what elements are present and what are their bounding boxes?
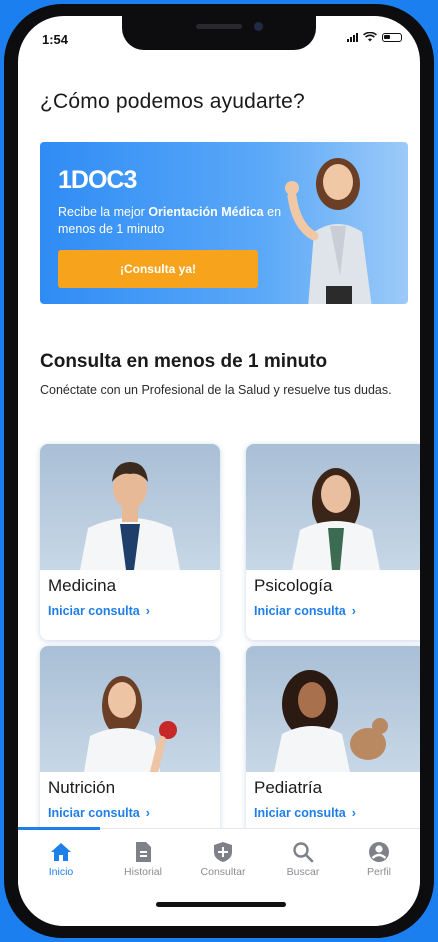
page-title: ¿Cómo podemos ayudarte? [40, 90, 305, 113]
chevron-right-icon: › [145, 604, 150, 618]
doctor-illustration [285, 158, 372, 304]
tab-buscar[interactable]: Buscar [268, 841, 338, 878]
card-pediatria[interactable]: Pediatría Iniciar consulta › [246, 646, 420, 842]
pediatrician-photo [246, 646, 420, 772]
phone-frame: 1:54 ¿Cómo podemos ayudarte? 1DOC3 Recib… [4, 4, 434, 938]
card-title: Pediatría [254, 778, 323, 797]
card-title: Nutrición [48, 778, 116, 797]
profile-icon [369, 842, 389, 862]
shield-plus-icon [214, 842, 232, 862]
battery-icon [382, 32, 402, 42]
start-consult-link[interactable]: Iniciar consulta › [254, 806, 356, 820]
banner-tagline: Recibe la mejor Orientación Médica en me… [58, 205, 282, 236]
history-icon [136, 842, 151, 862]
home-icon [51, 843, 71, 861]
wifi-icon [363, 32, 377, 42]
tab-consultar[interactable]: Consultar [188, 841, 258, 878]
start-consult-link[interactable]: Iniciar consulta › [48, 806, 150, 820]
card-title: Medicina [48, 576, 117, 595]
section-subtitle: Conéctate con un Profesional de la Salud… [40, 383, 392, 397]
card-nutricion[interactable]: Nutrición Iniciar consulta › [40, 646, 220, 842]
home-indicator[interactable] [156, 902, 286, 907]
bottom-tab-bar: Inicio Historial Consultar Buscar Perfil [18, 827, 420, 926]
search-icon [293, 842, 314, 863]
consult-now-button[interactable]: ¡Consulta ya! [58, 250, 258, 288]
card-medicina[interactable]: Medicina Iniciar consulta › [40, 444, 220, 640]
notch [122, 16, 316, 50]
chevron-right-icon: › [351, 604, 356, 618]
doctor-photo [40, 444, 220, 570]
tab-inicio[interactable]: Inicio [26, 841, 96, 878]
card-psicologia[interactable]: Psicología Iniciar consulta › [246, 444, 420, 640]
tab-historial[interactable]: Historial [108, 841, 178, 878]
app-screen: 1:54 ¿Cómo podemos ayudarte? 1DOC3 Recib… [18, 16, 420, 926]
nutritionist-photo [40, 646, 220, 772]
chevron-right-icon: › [145, 806, 150, 820]
signal-icon [347, 32, 358, 42]
start-consult-link[interactable]: Iniciar consulta › [254, 604, 356, 618]
status-icons [347, 32, 402, 42]
tab-perfil[interactable]: Perfil [344, 841, 414, 878]
card-title: Psicología [254, 576, 333, 595]
promo-banner[interactable]: 1DOC3 Recibe la mejor Orientación Médica… [40, 142, 408, 304]
section-title: Consulta en menos de 1 minuto [40, 351, 328, 372]
psychologist-photo [246, 444, 420, 570]
brand-logo: 1DOC3 [58, 166, 137, 194]
active-tab-indicator [18, 827, 100, 830]
start-consult-link[interactable]: Iniciar consulta › [48, 604, 150, 618]
status-time: 1:54 [42, 32, 69, 47]
chevron-right-icon: › [351, 806, 356, 820]
